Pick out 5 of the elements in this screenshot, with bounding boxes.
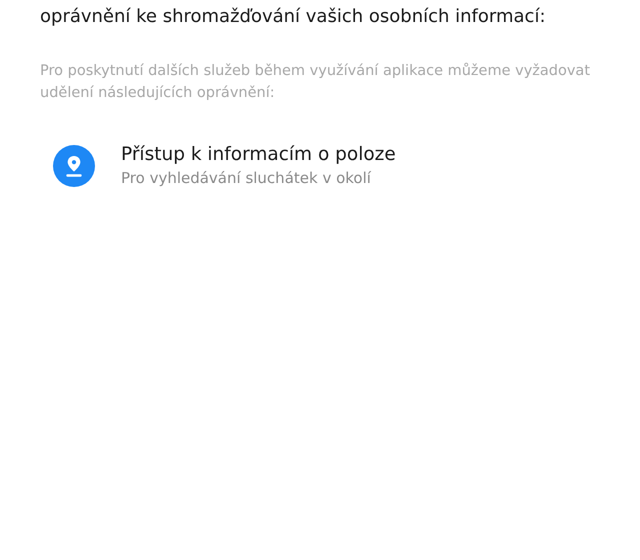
- notice-text: Pro poskytnutí dalších služeb během využívání aplikace můžeme vyžadovat udělení následujících oprávnění:: [40, 62, 592, 103]
- permission-title: Přístup k informacím o poloze: [121, 144, 396, 165]
- location-icon: [53, 144, 95, 186]
- intro-text: oprávnění ke shromažďování vašich osobních informací:: [40, 5, 547, 29]
- permission-description: Pro vyhledávání sluchátek v okolí: [121, 169, 372, 187]
